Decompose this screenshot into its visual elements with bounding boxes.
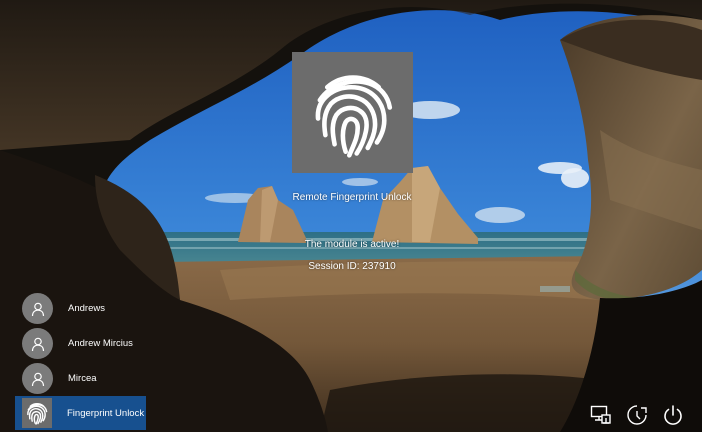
- fingerprint-icon: [315, 74, 392, 158]
- user-name: Mircea: [68, 373, 97, 384]
- fingerprint-icon: [27, 403, 48, 425]
- ease-of-access-icon[interactable]: [626, 404, 648, 426]
- user-item-andrews[interactable]: Andrews: [15, 291, 146, 326]
- user-icon: [31, 337, 44, 351]
- user-icon: [31, 302, 44, 316]
- system-icons: [590, 404, 684, 426]
- fingerprint-tile: [292, 52, 413, 173]
- user-item-mircea[interactable]: Mircea: [15, 361, 146, 396]
- user-name: Andrew Mircius: [68, 338, 133, 349]
- status-message: The module is active!: [304, 239, 400, 250]
- user-item-fingerprint-unlock[interactable]: Fingerprint Unlock: [15, 396, 146, 430]
- user-list: Andrews Andrew Mircius Mircea Fingerprin…: [15, 291, 146, 430]
- network-icon[interactable]: [590, 404, 612, 426]
- avatar: [22, 398, 52, 428]
- user-name: Andrews: [68, 303, 105, 314]
- avatar: [22, 328, 53, 359]
- avatar: [22, 363, 53, 394]
- user-item-andrew-mircius[interactable]: Andrew Mircius: [15, 326, 146, 361]
- unlock-title: Remote Fingerprint Unlock: [292, 192, 412, 203]
- session-id-label: Session ID: 237910: [308, 261, 396, 272]
- user-name: Fingerprint Unlock: [67, 407, 145, 419]
- user-icon: [31, 372, 44, 386]
- avatar: [22, 293, 53, 324]
- power-icon[interactable]: [662, 404, 684, 426]
